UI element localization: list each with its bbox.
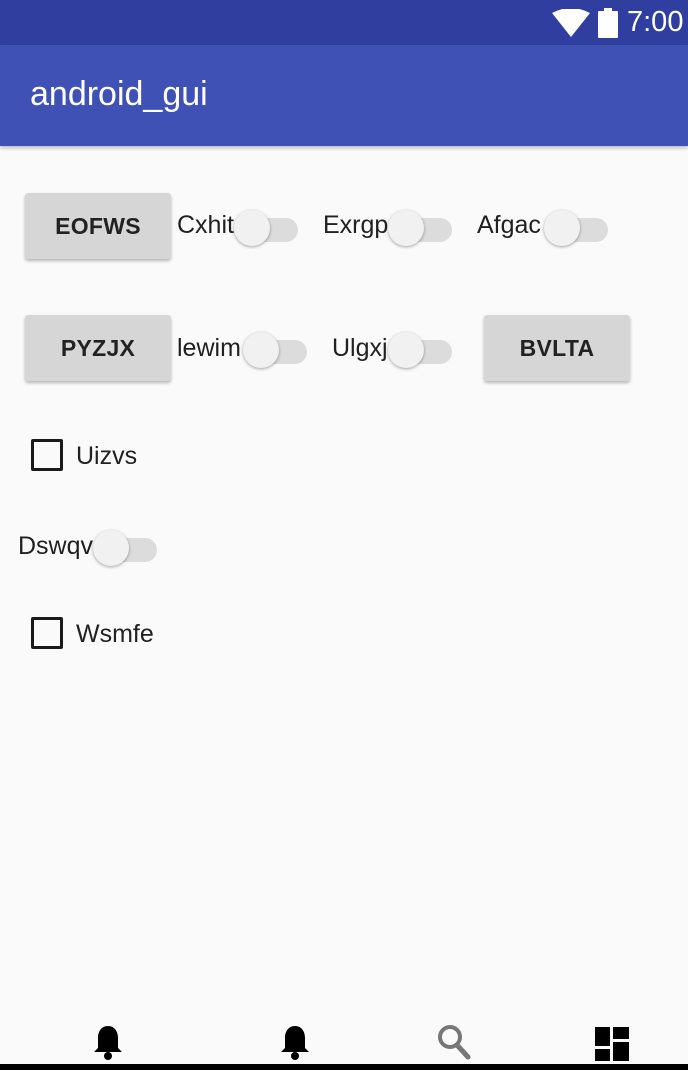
pyzjx-button[interactable]: PYZJX	[25, 315, 171, 381]
switch-thumb	[93, 530, 129, 566]
cxhit-switch-label: Cxhit	[177, 211, 234, 239]
ulgxj-switch[interactable]	[388, 328, 452, 368]
clock-time: 7:00	[627, 6, 684, 38]
navigation-bar-edge	[0, 1064, 688, 1070]
cxhit-switch[interactable]	[234, 206, 298, 246]
app-bar: android_gui	[0, 45, 688, 146]
lewim-switch[interactable]	[243, 328, 307, 368]
ulgxj-switch-label: Ulgxj	[332, 334, 388, 362]
lewim-switch-label: lewim	[177, 334, 241, 362]
status-bar: 7:00	[0, 0, 688, 45]
bvlta-button[interactable]: BVLTA	[484, 315, 630, 381]
uizvs-checkbox-label: Uizvs	[76, 442, 138, 470]
wsmfe-checkbox-label: Wsmfe	[76, 620, 154, 648]
bell-icon[interactable]	[279, 1024, 311, 1065]
switch-thumb	[388, 332, 424, 368]
wifi-icon	[552, 8, 590, 42]
afgac-switch-label: Afgac	[477, 211, 541, 239]
switch-thumb	[234, 210, 270, 246]
dashboard-icon[interactable]	[595, 1027, 629, 1066]
exrgp-switch-label: Exrgp	[323, 211, 389, 239]
app-title: android_gui	[30, 75, 208, 113]
dswqv-switch[interactable]	[93, 526, 157, 566]
switch-thumb	[388, 210, 424, 246]
search-icon[interactable]	[437, 1024, 471, 1065]
dswqv-switch-label: Dswqv	[18, 532, 94, 560]
wsmfe-checkbox[interactable]	[31, 617, 63, 649]
battery-icon	[598, 8, 618, 43]
uizvs-checkbox[interactable]	[31, 439, 63, 471]
switch-thumb	[544, 210, 580, 246]
bell-icon[interactable]	[92, 1024, 124, 1065]
bottom-navigation	[0, 1014, 688, 1070]
eofws-button[interactable]: EOFWS	[25, 193, 171, 259]
afgac-switch[interactable]	[544, 206, 608, 246]
exrgp-switch[interactable]	[388, 206, 452, 246]
switch-thumb	[243, 332, 279, 368]
